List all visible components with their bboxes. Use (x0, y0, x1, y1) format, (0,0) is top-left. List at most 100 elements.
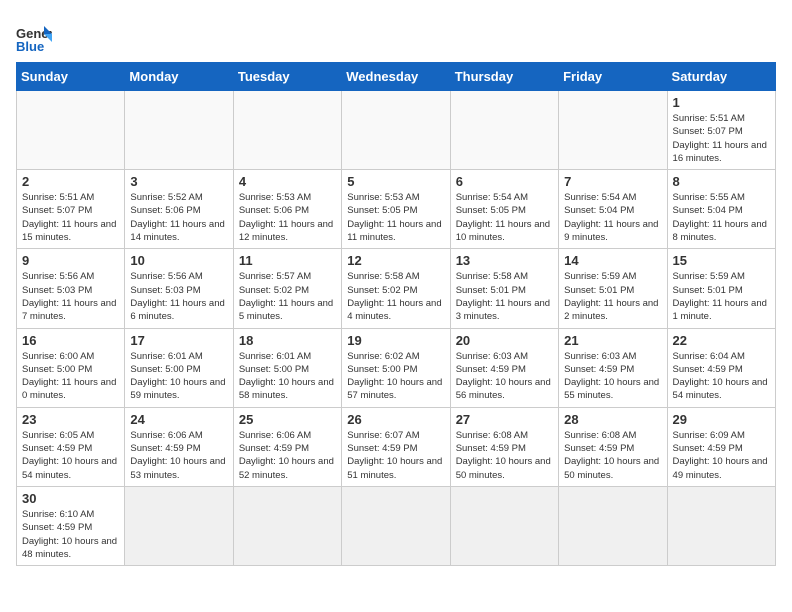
weekday-header-saturday: Saturday (667, 63, 775, 91)
calendar-cell (17, 91, 125, 170)
day-info: Sunrise: 6:02 AM Sunset: 5:00 PM Dayligh… (347, 350, 444, 403)
day-info: Sunrise: 6:03 AM Sunset: 4:59 PM Dayligh… (456, 350, 553, 403)
calendar-cell: 7Sunrise: 5:54 AM Sunset: 5:04 PM Daylig… (559, 170, 667, 249)
day-number: 3 (130, 174, 227, 189)
day-info: Sunrise: 6:00 AM Sunset: 5:00 PM Dayligh… (22, 350, 119, 403)
day-number: 28 (564, 412, 661, 427)
day-info: Sunrise: 6:09 AM Sunset: 4:59 PM Dayligh… (673, 429, 770, 482)
day-number: 15 (673, 253, 770, 268)
calendar-cell (450, 91, 558, 170)
day-number: 30 (22, 491, 119, 506)
calendar-table: SundayMondayTuesdayWednesdayThursdayFrid… (16, 62, 776, 566)
weekday-header-wednesday: Wednesday (342, 63, 450, 91)
weekday-header-thursday: Thursday (450, 63, 558, 91)
calendar-cell: 28 Sunrise: 6:08 AM Sunset: 4:59 PM Dayli… (559, 407, 667, 486)
calendar-cell: 26 Sunrise: 6:07 AM Sunset: 4:59 PM Dayli… (342, 407, 450, 486)
calendar-cell (667, 486, 775, 565)
calendar-cell: 16 Sunrise: 6:00 AM Sunset: 5:00 PM Dayli… (17, 328, 125, 407)
calendar-cell: 9 Sunrise: 5:56 AM Sunset: 5:03 PM Daylig… (17, 249, 125, 328)
day-number: 1 (673, 95, 770, 110)
calendar-cell: 24 Sunrise: 6:06 AM Sunset: 4:59 PM Dayli… (125, 407, 233, 486)
calendar-cell (450, 486, 558, 565)
calendar-cell: 1 Sunrise: 5:51 AM Sunset: 5:07 PM Daylig… (667, 91, 775, 170)
calendar-cell: 8 Sunrise: 5:55 AM Sunset: 5:04 PM Daylig… (667, 170, 775, 249)
day-number: 8 (673, 174, 770, 189)
calendar-cell: 10 Sunrise: 5:56 AM Sunset: 5:03 PM Dayli… (125, 249, 233, 328)
day-number: 25 (239, 412, 336, 427)
day-number: 14 (564, 253, 661, 268)
week-row-2: 2Sunrise: 5:51 AM Sunset: 5:07 PM Daylig… (17, 170, 776, 249)
day-info: Sunrise: 6:01 AM Sunset: 5:00 PM Dayligh… (130, 350, 227, 403)
day-info: Sunrise: 6:10 AM Sunset: 4:59 PM Dayligh… (22, 508, 119, 561)
day-number: 11 (239, 253, 336, 268)
day-info: Sunrise: 6:06 AM Sunset: 4:59 PM Dayligh… (239, 429, 336, 482)
week-row-1: 1 Sunrise: 5:51 AM Sunset: 5:07 PM Daylig… (17, 91, 776, 170)
calendar-cell: 20 Sunrise: 6:03 AM Sunset: 4:59 PM Dayli… (450, 328, 558, 407)
day-number: 7 (564, 174, 661, 189)
day-info: Sunrise: 5:55 AM Sunset: 5:04 PM Dayligh… (673, 191, 770, 244)
weekday-header-sunday: Sunday (17, 63, 125, 91)
day-number: 17 (130, 333, 227, 348)
logo: General Blue (16, 24, 52, 54)
page-header: General Blue (16, 16, 776, 54)
calendar-cell: 15 Sunrise: 5:59 AM Sunset: 5:01 PM Dayli… (667, 249, 775, 328)
day-number: 24 (130, 412, 227, 427)
calendar-cell: 14 Sunrise: 5:59 AM Sunset: 5:01 PM Dayli… (559, 249, 667, 328)
calendar-cell: 27Sunrise: 6:08 AM Sunset: 4:59 PM Dayli… (450, 407, 558, 486)
day-number: 16 (22, 333, 119, 348)
weekday-header-row: SundayMondayTuesdayWednesdayThursdayFrid… (17, 63, 776, 91)
calendar-cell (342, 91, 450, 170)
day-info: Sunrise: 5:52 AM Sunset: 5:06 PM Dayligh… (130, 191, 227, 244)
day-number: 18 (239, 333, 336, 348)
day-info: Sunrise: 6:07 AM Sunset: 4:59 PM Dayligh… (347, 429, 444, 482)
day-number: 6 (456, 174, 553, 189)
day-info: Sunrise: 5:57 AM Sunset: 5:02 PM Dayligh… (239, 270, 336, 323)
calendar-cell (233, 91, 341, 170)
week-row-4: 16 Sunrise: 6:00 AM Sunset: 5:00 PM Dayli… (17, 328, 776, 407)
day-number: 19 (347, 333, 444, 348)
calendar-cell (233, 486, 341, 565)
day-info: Sunrise: 5:56 AM Sunset: 5:03 PM Dayligh… (130, 270, 227, 323)
day-info: Sunrise: 6:04 AM Sunset: 4:59 PM Dayligh… (673, 350, 770, 403)
calendar-cell (125, 486, 233, 565)
day-info: Sunrise: 6:06 AM Sunset: 4:59 PM Dayligh… (130, 429, 227, 482)
calendar-cell: 3 Sunrise: 5:52 AM Sunset: 5:06 PM Daylig… (125, 170, 233, 249)
day-number: 26 (347, 412, 444, 427)
day-info: Sunrise: 6:08 AM Sunset: 4:59 PM Dayligh… (456, 429, 553, 482)
day-number: 9 (22, 253, 119, 268)
calendar-cell: 17 Sunrise: 6:01 AM Sunset: 5:00 PM Dayli… (125, 328, 233, 407)
week-row-5: 23 Sunrise: 6:05 AM Sunset: 4:59 PM Dayli… (17, 407, 776, 486)
calendar-cell: 21Sunrise: 6:03 AM Sunset: 4:59 PM Dayli… (559, 328, 667, 407)
day-number: 4 (239, 174, 336, 189)
day-number: 29 (673, 412, 770, 427)
day-info: Sunrise: 5:56 AM Sunset: 5:03 PM Dayligh… (22, 270, 119, 323)
calendar-cell: 6 Sunrise: 5:54 AM Sunset: 5:05 PM Daylig… (450, 170, 558, 249)
day-info: Sunrise: 6:05 AM Sunset: 4:59 PM Dayligh… (22, 429, 119, 482)
week-row-6: 30 Sunrise: 6:10 AM Sunset: 4:59 PM Dayli… (17, 486, 776, 565)
day-number: 20 (456, 333, 553, 348)
day-number: 21 (564, 333, 661, 348)
day-number: 10 (130, 253, 227, 268)
calendar-cell (559, 91, 667, 170)
calendar-cell: 13Sunrise: 5:58 AM Sunset: 5:01 PM Dayli… (450, 249, 558, 328)
day-info: Sunrise: 5:53 AM Sunset: 5:06 PM Dayligh… (239, 191, 336, 244)
weekday-header-friday: Friday (559, 63, 667, 91)
calendar-cell: 22Sunrise: 6:04 AM Sunset: 4:59 PM Dayli… (667, 328, 775, 407)
calendar-cell: 19 Sunrise: 6:02 AM Sunset: 5:00 PM Dayli… (342, 328, 450, 407)
day-info: Sunrise: 5:54 AM Sunset: 5:05 PM Dayligh… (456, 191, 553, 244)
day-info: Sunrise: 5:51 AM Sunset: 5:07 PM Dayligh… (673, 112, 770, 165)
day-info: Sunrise: 5:53 AM Sunset: 5:05 PM Dayligh… (347, 191, 444, 244)
weekday-header-monday: Monday (125, 63, 233, 91)
week-row-3: 9 Sunrise: 5:56 AM Sunset: 5:03 PM Daylig… (17, 249, 776, 328)
calendar-cell (125, 91, 233, 170)
calendar-cell: 25 Sunrise: 6:06 AM Sunset: 4:59 PM Dayli… (233, 407, 341, 486)
calendar-cell: 2Sunrise: 5:51 AM Sunset: 5:07 PM Daylig… (17, 170, 125, 249)
day-info: Sunrise: 5:59 AM Sunset: 5:01 PM Dayligh… (564, 270, 661, 323)
day-number: 13 (456, 253, 553, 268)
weekday-header-tuesday: Tuesday (233, 63, 341, 91)
day-info: Sunrise: 5:59 AM Sunset: 5:01 PM Dayligh… (673, 270, 770, 323)
day-info: Sunrise: 5:58 AM Sunset: 5:02 PM Dayligh… (347, 270, 444, 323)
calendar-cell: 11 Sunrise: 5:57 AM Sunset: 5:02 PM Dayli… (233, 249, 341, 328)
day-info: Sunrise: 6:08 AM Sunset: 4:59 PM Dayligh… (564, 429, 661, 482)
day-number: 23 (22, 412, 119, 427)
